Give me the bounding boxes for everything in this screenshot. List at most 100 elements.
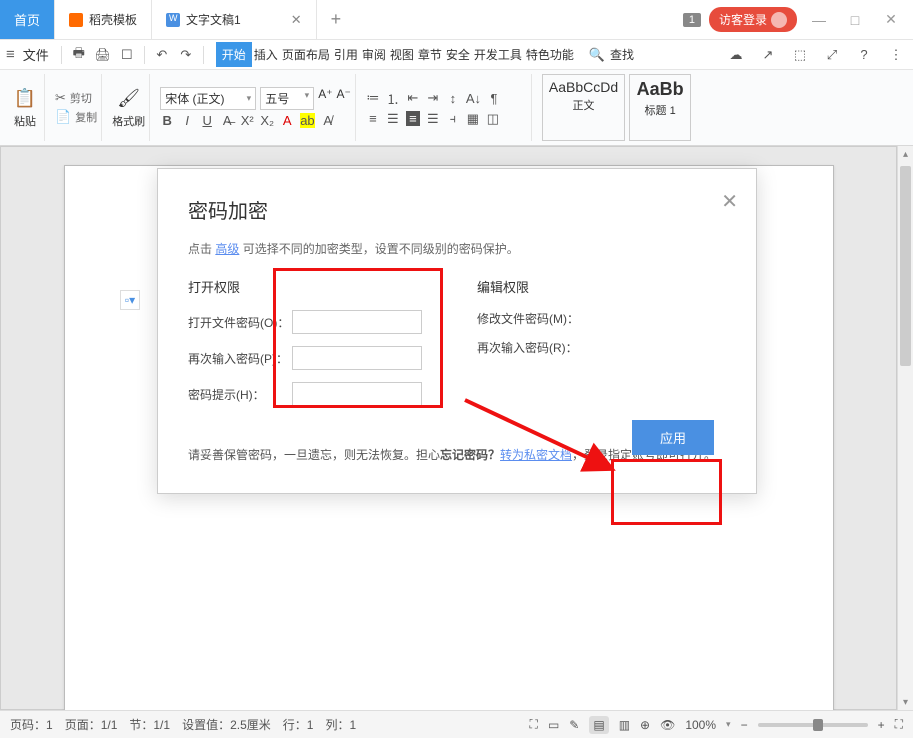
apply-button[interactable]: 应用 [632,420,714,455]
view-edit-icon[interactable]: ✎ [569,718,579,732]
view-read-icon[interactable]: ▭ [548,718,559,732]
ribbon-tab-review[interactable]: 审阅 [360,42,388,67]
file-menu[interactable]: 文件 [23,45,49,64]
notification-badge[interactable]: 1 [683,13,701,27]
ribbon-tab-special[interactable]: 特色功能 [524,42,576,67]
status-page[interactable]: 页面：1/1 [65,716,118,733]
share-icon[interactable]: ↗ [757,43,779,67]
align-center-icon[interactable]: ☰ [386,111,400,127]
grow-font-icon[interactable]: A⁺ [318,87,332,110]
shrink-font-icon[interactable]: A⁻ [337,87,351,110]
copy-button[interactable]: 📄复制 [55,109,97,125]
zoom-slider[interactable] [758,723,868,727]
plus-icon: + [331,9,342,30]
justify-icon[interactable]: ☰ [426,111,440,127]
hamburger-icon[interactable]: ≡ [6,46,15,63]
status-page-number[interactable]: 页码：1 [10,716,53,733]
private-doc-link[interactable]: 转为私密文档 [500,448,572,462]
scroll-thumb[interactable] [900,166,911,366]
search-label[interactable]: 查找 [610,46,634,63]
close-window-button[interactable]: ✕ [877,6,905,34]
show-marks-icon[interactable]: ¶ [487,91,501,106]
view-eye-icon[interactable]: 👁 [660,718,675,732]
minimize-button[interactable]: — [805,6,833,34]
highlight-button[interactable]: ab [300,113,314,128]
zoom-out-button[interactable]: − [741,718,748,732]
title-bar: 首页 稻壳模板 文字文稿1✕ + 1 访客登录 — □ ✕ [0,0,913,40]
vertical-scrollbar[interactable]: ▴ ▾ [897,146,913,710]
ribbon-tab-chapter[interactable]: 章节 [416,42,444,67]
indent-icon[interactable]: ⇥ [426,90,440,106]
close-tab-icon[interactable]: ✕ [291,12,302,28]
view-web-icon[interactable]: ⊕ [640,718,650,732]
zoom-value[interactable]: 100% [685,718,716,732]
size-value: 五号 [265,90,289,107]
ribbon-tab-view[interactable]: 视图 [388,42,416,67]
style-heading1[interactable]: AaBb标题 1 [629,74,691,141]
sub-button[interactable]: X₂ [260,113,274,128]
tab-add[interactable]: + [317,0,356,39]
maximize-button[interactable]: □ [841,6,869,34]
font-family-select[interactable]: 宋体 (正文)▾ [160,87,256,110]
password-hint-input[interactable] [292,382,422,406]
save-icon[interactable]: 🖶 [68,43,90,67]
align-left-icon[interactable]: ≡ [366,111,380,126]
redo-icon[interactable]: ↷ [175,43,197,67]
view-fullscreen-icon[interactable]: ⛶ [530,717,538,732]
gutter-indicator-icon[interactable]: ▫▾ [120,290,140,310]
zoom-in-button[interactable]: + [878,718,885,732]
help-icon[interactable]: ? [853,43,875,67]
collapse-icon[interactable]: ⤢ [821,43,843,67]
bold-button[interactable]: B [160,113,174,128]
undo-icon[interactable]: ↶ [151,43,173,67]
border-icon[interactable]: ▦ [466,111,480,127]
dialog-close-button[interactable]: ✕ [721,189,738,214]
cloud-icon[interactable]: ☁ [725,43,747,67]
print-icon[interactable]: 🖨 [92,43,114,67]
window-icon[interactable]: ⬚ [789,43,811,67]
strike-button[interactable]: A̶ [220,113,234,128]
ribbon-tab-security[interactable]: 安全 [444,42,472,67]
bullet-list-icon[interactable]: ≔ [366,90,380,106]
underline-button[interactable]: U [200,113,214,128]
ribbon-tab-reference[interactable]: 引用 [332,42,360,67]
style-normal[interactable]: AaBbCcDd正文 [542,74,625,141]
search-icon[interactable]: 🔍 [586,43,608,67]
open-password-input[interactable] [292,310,422,334]
style-label: 正文 [549,97,618,113]
scroll-down-icon[interactable]: ▾ [898,694,913,710]
ribbon-tab-start[interactable]: 开始 [216,42,252,67]
tab-home[interactable]: 首页 [0,0,55,39]
guest-login-button[interactable]: 访客登录 [709,7,797,32]
advanced-link[interactable]: 高级 [215,242,239,256]
tab-template[interactable]: 稻壳模板 [55,0,152,39]
distribute-icon[interactable]: ⫞ [446,111,460,127]
cut-button[interactable]: ✂剪切 [55,90,97,106]
ribbon-tab-devtools[interactable]: 开发工具 [472,42,524,67]
align-right-icon[interactable]: ≡ [406,111,420,126]
tab-document[interactable]: 文字文稿1✕ [152,0,317,39]
status-section[interactable]: 节：1/1 [129,716,170,733]
outdent-icon[interactable]: ⇤ [406,90,420,106]
super-button[interactable]: X² [240,113,254,128]
italic-button[interactable]: I [180,113,194,128]
view-outline-icon[interactable]: ▥ [619,718,630,732]
sort-icon[interactable]: A↓ [466,91,481,106]
line-spacing-icon[interactable]: ↕ [446,91,460,106]
fit-page-icon[interactable]: ⛶ [895,717,903,732]
view-print-icon[interactable]: ▤ [589,716,608,734]
clear-format-button[interactable]: A̸ [321,113,335,128]
number-list-icon[interactable]: ⒈ [386,89,400,108]
zoom-knob[interactable] [813,719,823,731]
paste-button[interactable]: 📋粘贴 [10,87,40,129]
shading-icon[interactable]: ◫ [486,111,500,127]
ribbon-tab-layout[interactable]: 页面布局 [280,42,332,67]
more-icon[interactable]: ⋮ [885,43,907,67]
ribbon-tab-insert[interactable]: 插入 [252,42,280,67]
open-password-confirm-input[interactable] [292,346,422,370]
format-painter-button[interactable]: 🖌格式刷 [112,87,145,129]
preview-icon[interactable]: ☐ [116,43,138,67]
scroll-up-icon[interactable]: ▴ [898,146,913,162]
font-size-select[interactable]: 五号▾ [260,87,314,110]
font-color-button[interactable]: A [280,113,294,128]
